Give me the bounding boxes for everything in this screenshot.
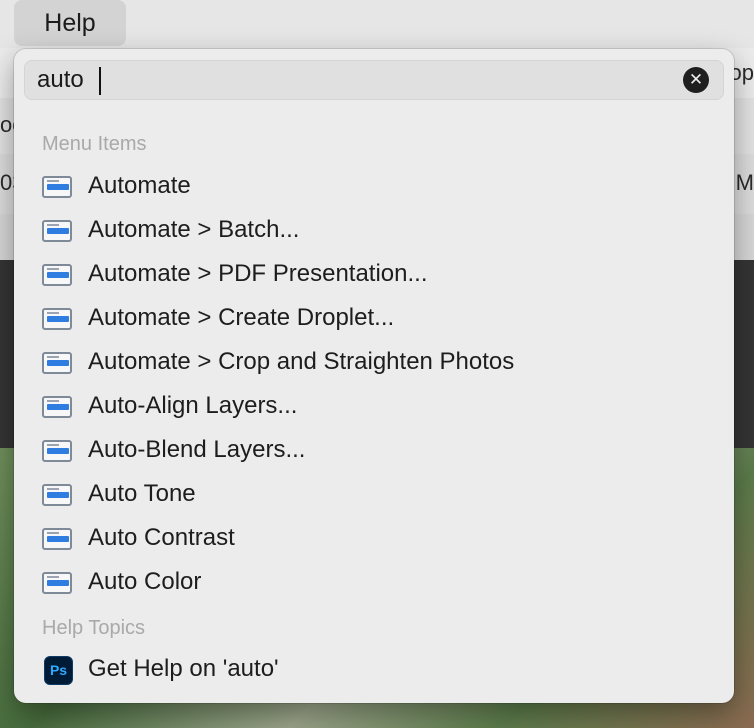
- menu-item[interactable]: Auto-Align Layers...: [42, 386, 722, 428]
- menu-item-icon: [42, 352, 72, 374]
- menu-item-icon: [42, 308, 72, 330]
- menu-item-icon: [42, 528, 72, 550]
- menu-item-icon: [42, 396, 72, 418]
- menu-item-icon: [42, 484, 72, 506]
- menu-item-icon: [42, 220, 72, 242]
- section-label-help-topics: Help Topics: [42, 617, 146, 639]
- menu-item[interactable]: Auto Contrast: [42, 518, 722, 560]
- menu-item-icon: [42, 264, 72, 286]
- text-caret: [99, 67, 101, 95]
- menu-item[interactable]: Automate: [42, 166, 722, 208]
- menu-item-icon: [42, 440, 72, 462]
- menu-item-label: Automate > PDF Presentation...: [88, 260, 428, 287]
- menu-item[interactable]: Automate > Create Droplet...: [42, 298, 722, 340]
- clear-icon[interactable]: ✕: [683, 67, 709, 93]
- menu-item[interactable]: Automate > Batch...: [42, 210, 722, 252]
- menu-item[interactable]: Auto Color: [42, 562, 722, 604]
- menu-item-label: Automate > Crop and Straighten Photos: [88, 348, 515, 375]
- section-label-menu-items: Menu Items: [42, 133, 147, 155]
- menu-item-label: Automate: [88, 172, 191, 199]
- menu-item-label: Auto Tone: [88, 480, 196, 507]
- menu-item-label: Auto Color: [88, 568, 202, 595]
- search-input[interactable]: [37, 62, 677, 98]
- help-search-field[interactable]: ✕: [24, 60, 724, 100]
- help-search-dropdown: ✕ Menu Items Automate Automate > Batch...…: [14, 49, 734, 703]
- menu-item[interactable]: Auto Tone: [42, 474, 722, 516]
- menubar-edge: [0, 14, 6, 22]
- menu-item[interactable]: Automate > Crop and Straighten Photos: [42, 342, 722, 384]
- menu-item[interactable]: Auto-Blend Layers...: [42, 430, 722, 472]
- background-edge-text: M: [735, 170, 754, 195]
- menu-item-label: Auto-Blend Layers...: [88, 436, 306, 463]
- menu-item-label: Auto Contrast: [88, 524, 235, 551]
- menu-help[interactable]: Help: [14, 0, 126, 46]
- menubar: Help: [0, 0, 754, 49]
- menu-item-icon: [42, 176, 72, 198]
- menu-item-icon: [42, 572, 72, 594]
- menu-item-label: Auto-Align Layers...: [88, 392, 298, 419]
- help-topic-label: Get Help on 'auto': [88, 655, 279, 682]
- photoshop-app-icon: Ps: [44, 656, 73, 685]
- help-topic-item[interactable]: Ps Get Help on 'auto': [42, 649, 722, 691]
- menu-item-label: Automate > Create Droplet...: [88, 304, 395, 331]
- menu-item[interactable]: Automate > PDF Presentation...: [42, 254, 722, 296]
- menu-item-label: Automate > Batch...: [88, 216, 300, 243]
